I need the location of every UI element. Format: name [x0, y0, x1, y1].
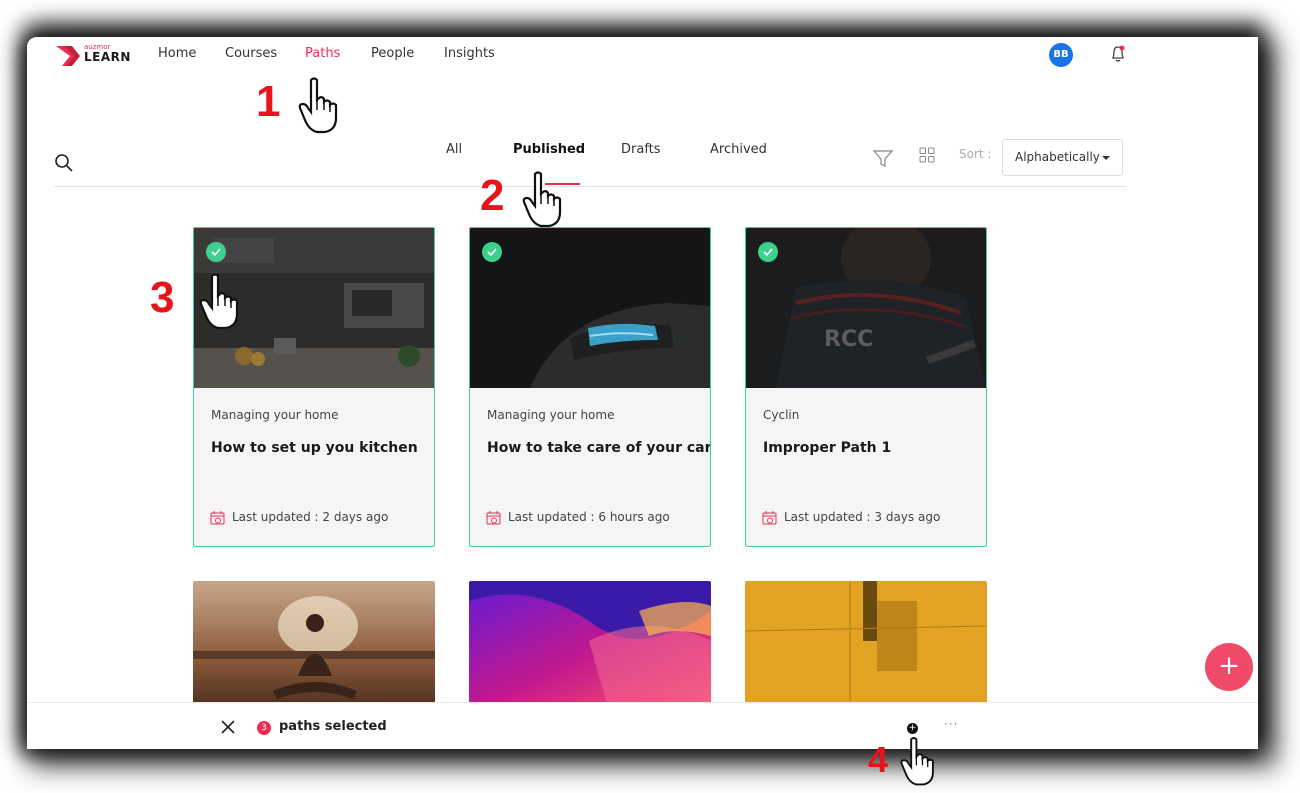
sort-label: Sort : — [959, 147, 992, 161]
pointer-hand-icon — [900, 737, 934, 786]
nav-insights[interactable]: Insights — [444, 46, 495, 61]
selected-check-icon[interactable] — [206, 242, 226, 262]
tab-published[interactable]: Published — [513, 142, 585, 157]
tab-archived[interactable]: Archived — [710, 142, 767, 157]
avatar[interactable]: BB — [1049, 43, 1073, 67]
path-card[interactable]: Managing your home How to take care of y… — [469, 227, 711, 547]
chevron-down-icon — [1102, 156, 1110, 160]
app-window: auzmor LEARN Home Courses Paths People I… — [27, 37, 1258, 749]
calendar-clock-icon — [210, 511, 225, 525]
calendar-clock-icon — [762, 511, 777, 525]
more-options-icon[interactable]: ··· — [944, 717, 958, 731]
card-category: Cyclin — [763, 408, 800, 422]
card-updated: Last updated : 3 days ago — [784, 510, 941, 524]
card-title[interactable]: How to take care of your car — [487, 440, 710, 456]
nav-people[interactable]: People — [371, 46, 414, 61]
brand-big: LEARN — [84, 50, 131, 64]
selection-bar: 3 paths selected + ··· — [27, 702, 1258, 749]
card-title[interactable]: How to set up you kitchen — [211, 440, 418, 456]
pointer-hand-icon — [522, 171, 562, 228]
search-icon[interactable] — [54, 153, 74, 173]
tabs-divider — [54, 186, 1126, 187]
card-title[interactable]: Improper Path 1 — [763, 440, 891, 456]
pointer-hand-icon — [199, 273, 239, 330]
card-updated: Last updated : 6 hours ago — [508, 510, 670, 524]
close-icon[interactable] — [221, 720, 235, 734]
nav-paths[interactable]: Paths — [305, 46, 340, 61]
card-updated: Last updated : 2 days ago — [232, 510, 389, 524]
nav-courses[interactable]: Courses — [225, 46, 277, 61]
bell-icon[interactable] — [1109, 44, 1127, 64]
path-card[interactable] — [469, 581, 711, 711]
annotation-number: 1 — [256, 77, 281, 126]
car-thumbnail — [470, 228, 710, 388]
grid-view-icon[interactable] — [919, 147, 935, 163]
create-path-button[interactable]: + — [1205, 643, 1253, 691]
sort-dropdown[interactable]: Alphabetically — [1002, 139, 1123, 176]
card-category: Managing your home — [487, 408, 615, 422]
selected-check-icon[interactable] — [482, 242, 502, 262]
nav-home[interactable]: Home — [158, 46, 196, 61]
filter-icon[interactable] — [872, 147, 894, 169]
calendar-clock-icon — [486, 511, 501, 525]
cyclist-thumbnail: RCC — [746, 228, 986, 388]
annotation-number: 2 — [480, 171, 505, 220]
brand-logo[interactable]: auzmor LEARN — [56, 43, 130, 71]
selected-label: paths selected — [279, 719, 387, 734]
selected-check-icon[interactable] — [758, 242, 778, 262]
logo-mark-icon — [56, 46, 80, 66]
yoga-thumbnail — [193, 581, 435, 711]
selected-count-badge: 3 — [257, 721, 271, 735]
path-card[interactable] — [745, 581, 987, 711]
annotation-number: 4 — [868, 739, 889, 780]
tab-all[interactable]: All — [446, 142, 462, 157]
sort-value: Alphabetically — [1015, 150, 1100, 164]
gradient-thumbnail — [469, 581, 711, 711]
yellow-wall-thumbnail — [745, 581, 987, 711]
card-category: Managing your home — [211, 408, 339, 422]
path-card[interactable] — [193, 581, 435, 711]
annotation-number: 3 — [150, 273, 175, 322]
tab-drafts[interactable]: Drafts — [621, 142, 661, 157]
path-card[interactable]: RCC Cyclin Improper Path 1 Last updated … — [745, 227, 987, 547]
svg-text:RCC: RCC — [824, 327, 873, 352]
pointer-hand-icon — [298, 77, 338, 134]
